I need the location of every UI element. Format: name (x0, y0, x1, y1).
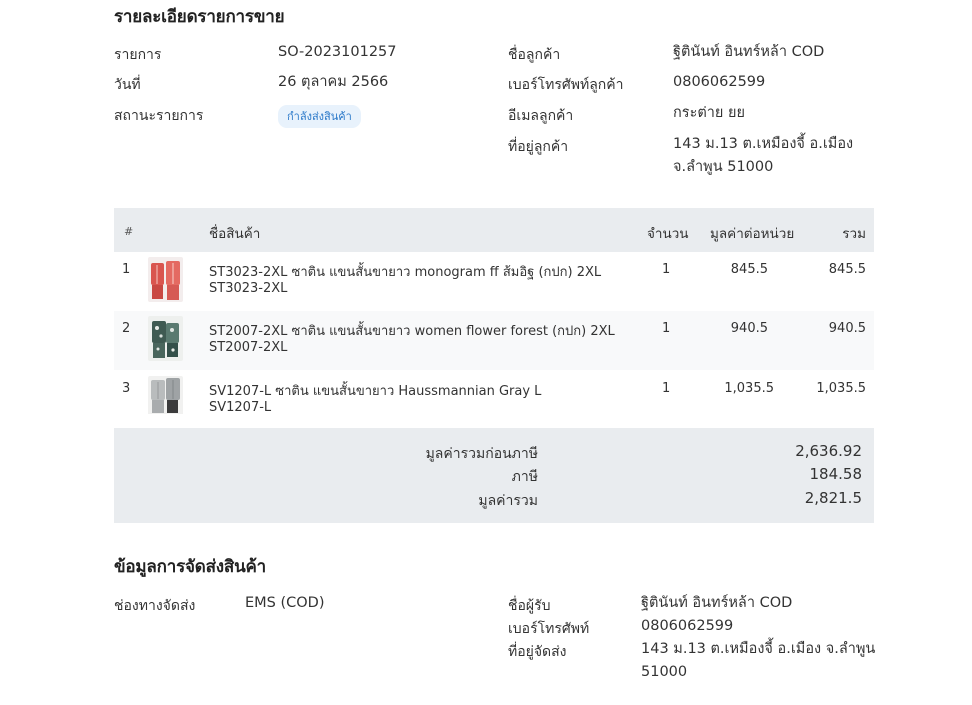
shipping-channel: EMS (COD) (245, 595, 325, 611)
grand-total-value: 2,821.5 (804, 489, 862, 507)
row-quantity: 1 (662, 262, 671, 277)
customer-address-line1: 143 ม.13 ต.เหมืองจี้ อ.เมือง (673, 136, 854, 152)
product-sku: SV1207-L (209, 400, 272, 415)
customer-email: กระต่าย ยย (673, 105, 746, 121)
customer-phone: 0806062599 (673, 74, 766, 90)
row-unit-price: 1,035.5 (724, 381, 774, 396)
status-badge: กำลังส่งสินค้า (278, 105, 361, 128)
header-product-name: ชื่อสินค้า (209, 226, 261, 242)
table-row: 1 ST3023-2XL ซาติน แขนสั้นขายาว monogram… (114, 252, 874, 311)
status-label: สถานะรายการ (114, 108, 204, 124)
recipient-phone-label: เบอร์โทรศัพท์ (508, 621, 590, 637)
gray-pajama-thumbnail[interactable] (148, 376, 183, 421)
grand-total-label: มูลค่ารวม (478, 493, 538, 509)
table-row: 2 ST2007-2XL ซาติน แขนสั้นขายาว women fl… (114, 311, 874, 370)
tax-value: 184.58 (809, 465, 863, 483)
header-quantity: จำนวน (647, 226, 689, 242)
product-name: ST3023-2XL ซาติน แขนสั้นขายาว monogram f… (209, 265, 602, 280)
subtotal-value: 2,636.92 (795, 442, 862, 460)
table-header: # ชื่อสินค้า จำนวน มูลค่าต่อหน่วย รวม (114, 208, 874, 252)
row-total: 940.5 (828, 321, 866, 336)
row-index: 2 (122, 321, 131, 336)
customer-phone-label: เบอร์โทรศัพท์ลูกค้า (508, 77, 624, 93)
header-unit-price: มูลค่าต่อหน่วย (710, 226, 795, 242)
shipping-title: ข้อมูลการจัดส่งสินค้า (114, 557, 267, 577)
row-quantity: 1 (662, 381, 671, 396)
tax-label: ภาษี (511, 469, 538, 485)
product-name: ST2007-2XL ซาติน แขนสั้นขายาว women flow… (209, 324, 615, 339)
shipping-address-line2: 51000 (641, 664, 688, 680)
row-unit-price: 845.5 (730, 262, 768, 277)
row-index: 1 (122, 262, 131, 277)
row-unit-price: 940.5 (730, 321, 768, 336)
row-index: 3 (122, 381, 131, 396)
customer-name-label: ชื่อลูกค้า (508, 47, 561, 63)
header-total: รวม (842, 226, 866, 242)
recipient-label: ชื่อผู้รับ (508, 598, 551, 614)
order-number: SO-2023101257 (278, 44, 397, 60)
floral-pajama-thumbnail[interactable] (148, 316, 183, 361)
recipient-name: ฐิตินันท์ อินทร์หล้า COD (641, 595, 793, 611)
product-name: SV1207-L ซาติน แขนสั้นขายาว Haussmannian… (209, 384, 542, 399)
shipping-address-label: ที่อยู่จัดส่ง (508, 644, 567, 660)
row-total: 845.5 (828, 262, 866, 277)
customer-name: ฐิตินันท์ อินทร์หล้า COD (673, 44, 825, 60)
shipping-channel-label: ช่องทางจัดส่ง (114, 598, 196, 614)
totals-summary: มูลค่ารวมก่อนภาษี 2,636.92 ภาษี 184.58 ม… (114, 428, 874, 523)
row-total: 1,035.5 (816, 381, 866, 396)
product-sku: ST3023-2XL (209, 281, 288, 296)
red-pajama-thumbnail[interactable] (148, 257, 183, 302)
subtotal-label: มูลค่ารวมก่อนภาษี (425, 446, 538, 462)
sales-details-title: รายละเอียดรายการขาย (114, 7, 285, 27)
items-table: # ชื่อสินค้า จำนวน มูลค่าต่อหน่วย รวม 1 … (114, 208, 874, 428)
product-sku: ST2007-2XL (209, 340, 288, 355)
order-date: 26 ตุลาคม 2566 (278, 74, 389, 90)
date-label: วันที่ (114, 77, 141, 93)
table-row: 3 SV1207-L ซาติน แขนสั้นขายาว Haussmanni… (114, 370, 874, 429)
recipient-phone: 0806062599 (641, 618, 734, 634)
header-index: # (124, 225, 134, 238)
customer-email-label: อีเมลลูกค้า (508, 108, 574, 124)
order-label: รายการ (114, 47, 162, 63)
customer-address-label: ที่อยู่ลูกค้า (508, 139, 569, 155)
customer-address-line2: จ.ลำพูน 51000 (673, 159, 774, 175)
shipping-address-line1: 143 ม.13 ต.เหมืองจี้ อ.เมือง จ.ลำพูน (641, 641, 876, 657)
row-quantity: 1 (662, 321, 671, 336)
